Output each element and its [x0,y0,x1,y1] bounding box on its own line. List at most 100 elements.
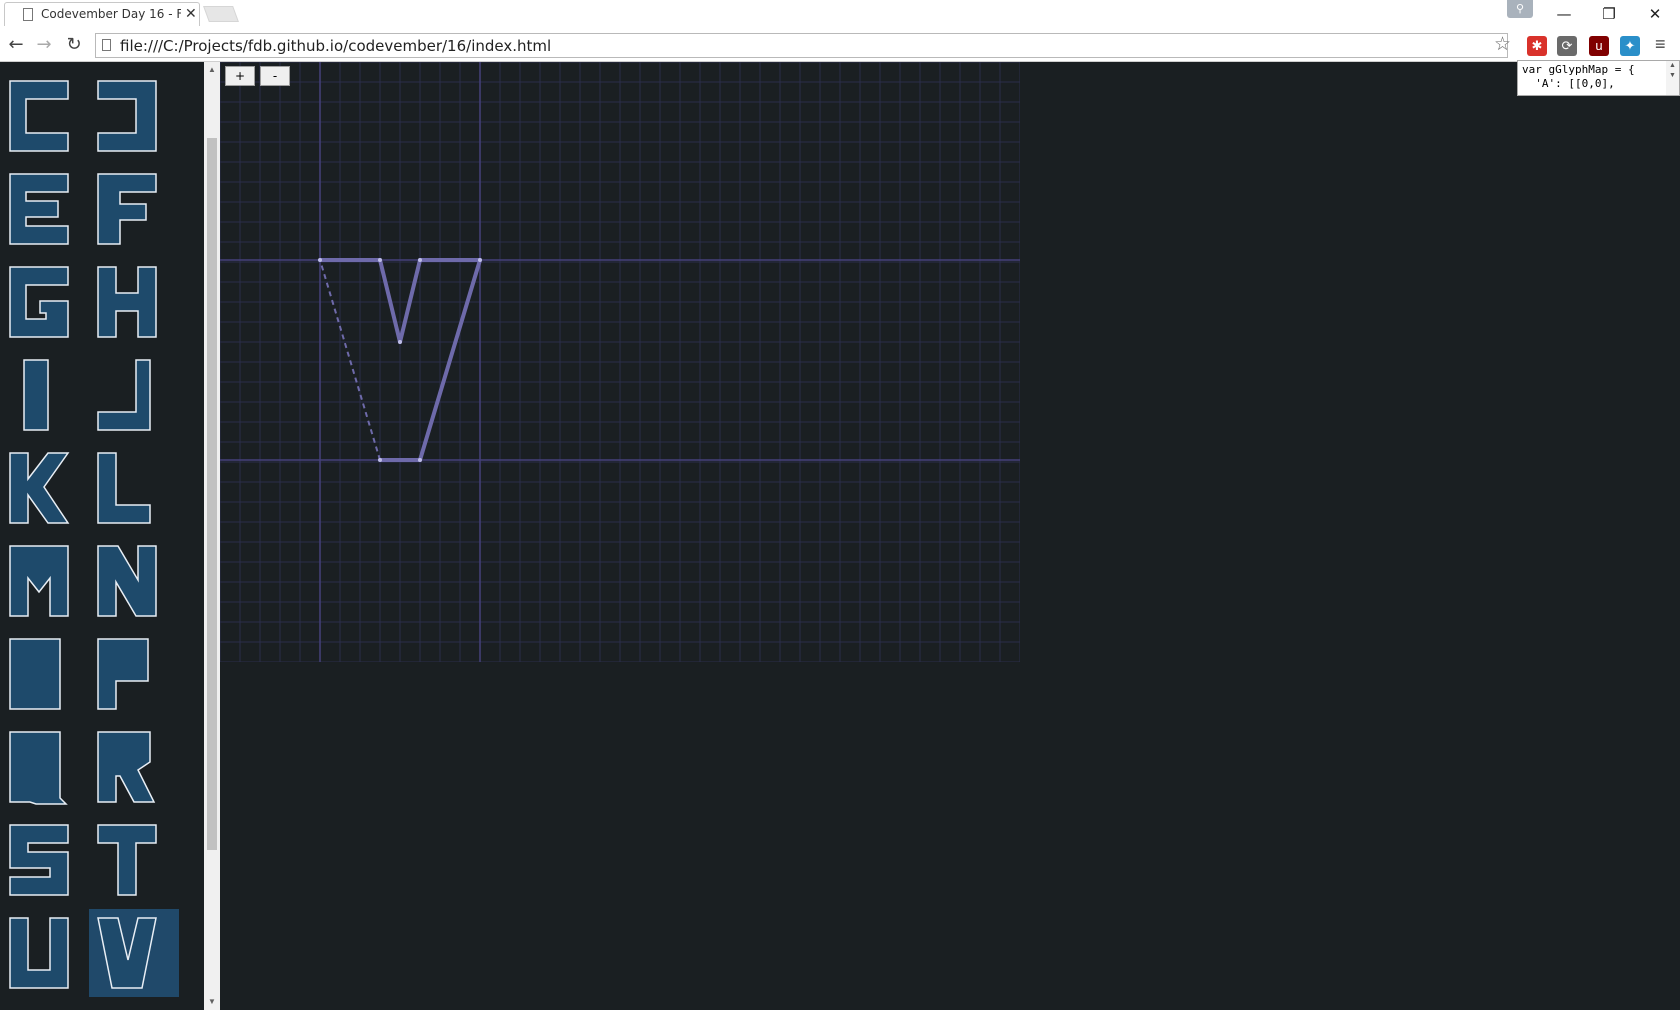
glyph-l-shape [97,452,151,524]
glyph-e-shape [9,173,69,245]
glyph-tile-p[interactable] [89,630,179,718]
glyph-n-shape [97,545,157,617]
code-line: var gGlyphMap = { [1522,63,1635,76]
glyph-outline [97,917,157,989]
glyph-tile-h[interactable] [89,258,179,346]
glyph-d-shape [97,80,157,152]
glyph-editor[interactable]: + - [219,61,1021,663]
glyph-control-point[interactable] [398,340,402,344]
page-content: ▲ ▼ + - var gGlyphMap = { 'A': [[0,0], ▲… [0,60,1680,1010]
glyph-outline [9,452,70,524]
glyph-outline [97,824,157,896]
glyph-tile-n[interactable] [89,537,179,625]
glyph-list [0,62,204,1010]
glyph-tile-c[interactable] [1,72,91,160]
glyph-editor-canvas[interactable] [219,61,1021,663]
profile-icon[interactable]: ⚲ [1507,0,1533,18]
sidebar-scrollbar[interactable]: ▲ ▼ [204,62,220,1010]
glyph-outline [97,452,151,524]
glyph-outline [9,266,69,338]
ext-network-icon[interactable]: ✦ [1620,36,1640,56]
forward-button[interactable]: → [32,33,56,57]
zoom-in-button[interactable]: + [225,66,255,86]
glyph-tile-f[interactable] [89,165,179,253]
glyph-tile-r[interactable] [89,723,179,811]
glyph-tile-v[interactable] [89,909,179,997]
glyph-s-shape [9,824,69,896]
glyph-p-shape [97,638,149,710]
browser-title-bar: Codevember Day 16 - For ✕ ⚲ — ❐ ✕ [0,0,1680,30]
glyph-u-shape [9,917,69,989]
ublock-origin-icon[interactable]: u [1589,36,1609,56]
glyph-tile-s[interactable] [1,816,91,904]
glyph-outline [9,80,69,152]
glyph-tile-o[interactable] [1,630,91,718]
ext-red-puzzle-icon[interactable]: ✱ [1527,36,1547,56]
ext-sync-icon[interactable]: ⟳ [1557,36,1577,56]
glyph-m-shape [9,545,69,617]
glyph-outline [9,917,69,989]
glyph-k-shape [9,452,70,524]
glyph-o-shape [9,638,61,710]
glyph-i-shape [23,359,49,431]
glyph-tile-k[interactable] [1,444,91,532]
glyph-c-shape [9,80,69,152]
code-scrollbar[interactable]: ▲ ▼ [1666,61,1679,95]
new-tab-button[interactable] [203,6,239,22]
glyph-control-point[interactable] [318,258,322,262]
glyph-control-point[interactable] [418,258,422,262]
glyph-control-point[interactable] [378,258,382,262]
scroll-up-arrow-icon[interactable]: ▲ [204,62,220,78]
close-window-button[interactable]: ✕ [1635,2,1675,26]
glyph-outline [97,173,157,245]
glyph-outline [9,731,68,805]
url-input[interactable] [120,36,1470,55]
glyph-t-shape [97,824,157,896]
glyph-outline [97,266,157,338]
glyph-tile-g[interactable] [1,258,91,346]
glyph-tile-t[interactable] [89,816,179,904]
scroll-down-arrow-icon[interactable]: ▼ [204,994,220,1010]
glyph-tile-e[interactable] [1,165,91,253]
glyph-outline [23,359,49,431]
menu-icon[interactable]: ≡ [1655,34,1666,55]
code-line: 'A': [[0,0], [1522,77,1615,90]
glyph-outline [97,80,157,152]
glyph-q-shape [9,731,68,805]
page-icon [102,39,111,51]
glyph-f-shape [97,173,157,245]
browser-tab[interactable]: Codevember Day 16 - For ✕ [4,2,200,26]
glyph-r-shape [97,731,156,803]
reload-button[interactable]: ↻ [62,33,86,57]
tab-close-icon[interactable]: ✕ [185,5,197,22]
glyph-outline [9,824,69,896]
glyph-outline [97,545,157,617]
glyph-tile-i[interactable] [1,351,91,439]
scroll-thumb[interactable] [207,138,217,850]
minimize-button[interactable]: — [1544,2,1584,26]
code-scroll-down-icon[interactable]: ▼ [1666,71,1679,81]
back-button[interactable]: ← [4,33,28,57]
tab-title: Codevember Day 16 - For [41,7,181,21]
glyph-map-code-textarea[interactable]: var gGlyphMap = { 'A': [[0,0], ▲ ▼ [1517,60,1680,96]
code-scroll-up-icon[interactable]: ▲ [1666,61,1679,71]
glyph-j-shape [97,359,151,431]
glyph-control-point[interactable] [378,458,382,462]
glyph-tile-j[interactable] [89,351,179,439]
restore-button[interactable]: ❐ [1589,2,1629,26]
glyph-tile-d[interactable] [89,72,179,160]
glyph-tile-l[interactable] [89,444,179,532]
glyph-control-point[interactable] [478,258,482,262]
glyph-outline [9,545,69,617]
glyph-g-shape [9,266,69,338]
glyph-tile-u[interactable] [1,909,91,997]
bookmark-star-icon[interactable]: ☆ [1494,33,1511,56]
glyph-tile-q[interactable] [1,723,91,811]
glyph-h-shape [97,266,157,338]
glyph-outline [9,638,61,710]
glyph-tile-m[interactable] [1,537,91,625]
address-bar[interactable] [95,33,1508,58]
browser-toolbar: ← → ↻ ☆ ✱ ⟳ u ✦ ≡ [0,30,1680,62]
zoom-out-button[interactable]: - [260,66,290,86]
glyph-control-point[interactable] [418,458,422,462]
